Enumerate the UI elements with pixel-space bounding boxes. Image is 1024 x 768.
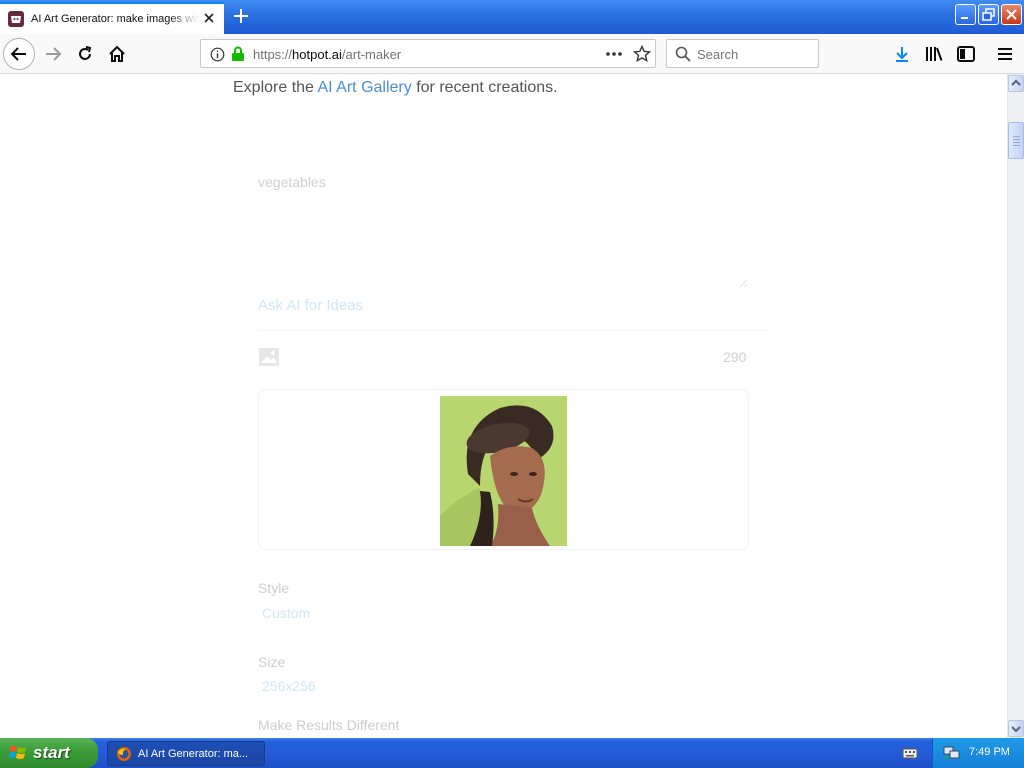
network-icon[interactable] — [943, 745, 961, 761]
forward-arrow-icon — [46, 47, 62, 61]
style-select[interactable]: Custom — [262, 605, 310, 621]
uploaded-portrait-image — [440, 396, 567, 546]
tab-close-icon[interactable] — [202, 11, 216, 25]
taskbar: start AI Art Generator: ma... 7:49 PM — [0, 738, 1024, 768]
size-select[interactable]: 256x256 — [262, 678, 316, 694]
gallery-intro: Explore the AI Art Gallery for recent cr… — [233, 79, 558, 96]
title-bar: AI Art Generator: make images with AI — [0, 0, 1024, 34]
ask-ai-ideas-link[interactable]: Ask AI for Ideas — [258, 297, 363, 314]
scroll-down-button[interactable] — [1008, 720, 1024, 737]
scroll-up-button[interactable] — [1008, 75, 1024, 92]
reload-icon — [79, 46, 92, 60]
new-tab-icon[interactable] — [231, 6, 251, 26]
hamburger-menu-icon — [998, 48, 1012, 60]
home-button[interactable] — [101, 38, 133, 70]
back-arrow-icon — [10, 47, 26, 61]
home-icon — [109, 45, 125, 62]
window-close-button[interactable] — [1001, 4, 1022, 25]
restore-button[interactable] — [978, 4, 999, 25]
reload-button[interactable] — [69, 38, 101, 70]
character-count: 290 — [723, 349, 747, 365]
textarea-resize-icon[interactable] — [738, 278, 748, 288]
firefox-app-icon — [117, 746, 131, 761]
windows-flag-icon — [9, 746, 26, 759]
start-label: start — [33, 743, 70, 762]
forward-button[interactable] — [37, 38, 69, 70]
url-bar[interactable]: https://hotpot.ai/art-maker — [200, 39, 656, 68]
back-button[interactable] — [3, 38, 35, 70]
taskbar-firefox-button[interactable]: AI Art Generator: ma... — [107, 741, 265, 766]
url-text[interactable]: https://hotpot.ai/art-maker — [253, 47, 401, 62]
system-tray: 7:49 PM — [932, 738, 1024, 768]
site-info-icon[interactable] — [210, 47, 225, 62]
ai-art-gallery-link[interactable]: AI Art Gallery — [318, 79, 412, 96]
make-results-different-label: Make Results Different — [258, 717, 400, 733]
style-label: Style — [258, 580, 290, 596]
scroll-thumb[interactable] — [1008, 122, 1024, 159]
library-icon — [926, 47, 943, 61]
page-actions-icon[interactable] — [605, 48, 623, 60]
keyboard-icon[interactable] — [902, 746, 918, 760]
hotpot-favicon-icon — [8, 11, 24, 27]
tab-active[interactable]: AI Art Generator: make images with AI — [0, 2, 224, 34]
download-arrow-icon — [896, 47, 908, 62]
vertical-scrollbar[interactable] — [1007, 74, 1024, 738]
prompt-textarea[interactable]: vegetables — [258, 174, 326, 190]
scroll-down-arrow-icon — [1011, 726, 1021, 733]
nav-toolbar: https://hotpot.ai/art-maker Search — [0, 34, 1024, 74]
clock: 7:49 PM — [969, 746, 1010, 758]
menu-button[interactable] — [989, 38, 1021, 70]
sidebar-button[interactable] — [950, 38, 982, 70]
image-upload-icon[interactable] — [258, 347, 280, 367]
lock-icon — [232, 46, 244, 61]
library-button[interactable] — [918, 38, 950, 70]
search-placeholder: Search — [697, 47, 739, 62]
search-bar[interactable]: Search — [666, 39, 819, 68]
search-icon — [675, 46, 691, 62]
page-content: Explore the AI Art Gallery for recent cr… — [0, 75, 1007, 738]
start-button[interactable]: start — [0, 738, 98, 768]
size-label: Size — [258, 654, 286, 670]
downloads-button[interactable] — [886, 38, 918, 70]
tab-title: AI Art Generator: make images with AI — [31, 13, 199, 25]
scroll-up-arrow-icon — [1011, 79, 1021, 86]
minimize-button[interactable] — [955, 4, 976, 25]
taskbar-button-label: AI Art Generator: ma... — [138, 747, 249, 760]
bookmark-star-icon[interactable] — [633, 45, 651, 63]
sidebar-icon — [957, 46, 975, 62]
divider — [258, 329, 768, 331]
